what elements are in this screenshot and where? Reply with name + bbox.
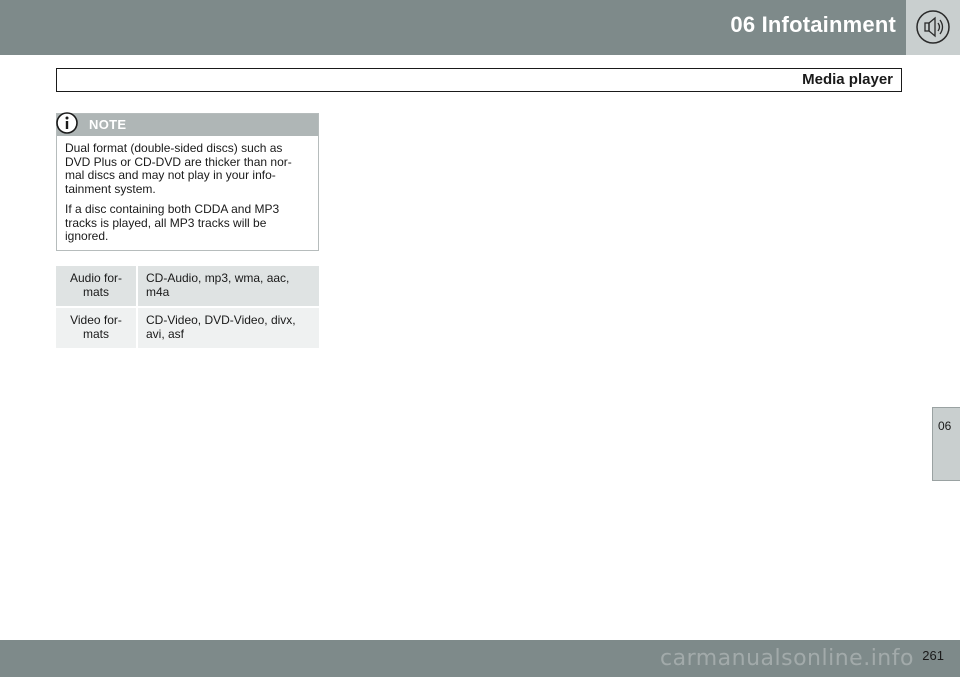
note-body: Dual format (double-sided discs) such as… bbox=[57, 136, 318, 244]
speaker-icon bbox=[916, 10, 950, 44]
table-row: Audio for-mats CD-Audio, mp3, wma, aac, … bbox=[56, 266, 319, 308]
note-paragraph: If a disc containing both CDDA and MP3 t… bbox=[65, 202, 280, 243]
info-icon bbox=[56, 112, 78, 134]
note-header: NOTE bbox=[56, 112, 318, 136]
note-label: NOTE bbox=[89, 117, 127, 132]
formats-table: Audio for-mats CD-Audio, mp3, wma, aac, … bbox=[56, 266, 319, 350]
chapter-icon-box bbox=[906, 0, 960, 55]
watermark: carmanualsonline.info bbox=[660, 646, 914, 671]
page-number: 261 bbox=[922, 648, 944, 663]
side-tab-label: 06 bbox=[938, 419, 952, 433]
table-row: Video for-mats CD-Video, DVD-Video, divx… bbox=[56, 308, 319, 350]
row-label-video-formats: Video for-mats bbox=[56, 308, 138, 350]
header-bar: 06 Infotainment bbox=[0, 0, 960, 55]
section-title: Media player bbox=[802, 71, 893, 88]
row-label-audio-formats: Audio for-mats bbox=[56, 266, 138, 308]
note-box: NOTE Dual format (double-sided discs) su… bbox=[56, 112, 319, 251]
section-header: Media player bbox=[56, 68, 902, 92]
row-value-video-formats: CD-Video, DVD-Video, divx, avi, asf bbox=[138, 308, 319, 350]
chapter-title: 06 Infotainment bbox=[730, 12, 896, 37]
chapter-side-tab: 06 bbox=[932, 407, 960, 481]
note-paragraph: Dual format (double-sided discs) such as… bbox=[65, 141, 292, 196]
row-value-audio-formats: CD-Audio, mp3, wma, aac, m4a bbox=[138, 266, 319, 308]
